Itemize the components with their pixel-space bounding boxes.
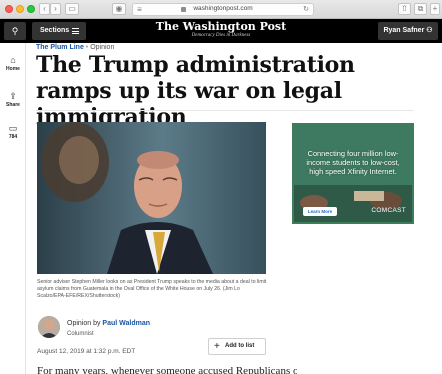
ad-text: Connecting four million low-income stude…	[306, 149, 400, 176]
rail-item-share[interactable]: ⇪ Share	[0, 91, 26, 108]
share-toolbar-icon: ⇧	[401, 4, 408, 13]
new-tab-button[interactable]: +	[430, 3, 440, 15]
add-to-list-label: Add to list	[225, 343, 255, 349]
rail-item-comments[interactable]: ▭ 784	[0, 123, 26, 140]
comment-count: 784	[8, 134, 18, 140]
home-icon: ⌂	[10, 55, 16, 65]
sidebar-icon: ▭	[68, 4, 76, 13]
search-button[interactable]: ⚲	[4, 22, 26, 40]
byline-prefix: Opinion by	[67, 320, 101, 327]
user-icon: ⚇	[426, 27, 433, 34]
forward-icon: ›	[54, 4, 57, 13]
share-icon: ⇪	[9, 91, 17, 101]
user-account-button[interactable]: Ryan Safner ⚇	[378, 22, 438, 40]
article-kicker: The Plum Line • Opinion	[36, 44, 114, 51]
tabs-button[interactable]: ⧉	[414, 3, 427, 15]
article-headline: The Trump administration ramps up its wa…	[36, 52, 355, 130]
photo-illustration	[37, 122, 266, 274]
author-role: Columnist	[67, 331, 94, 337]
avatar-image	[38, 316, 60, 338]
privacy-button[interactable]: ◉	[112, 3, 126, 15]
hamburger-icon	[72, 28, 79, 34]
user-name: Ryan Safner	[383, 27, 425, 34]
ad-brand-logo: COMCAST	[371, 207, 406, 214]
sections-button[interactable]: Sections	[32, 22, 86, 40]
address-bar[interactable]: ≡ washingtonpost.com ↻	[132, 3, 314, 16]
reload-icon[interactable]: ↻	[303, 5, 309, 13]
plus-icon: +	[214, 341, 220, 352]
photo-caption: Senior adviser Stephen Miller looks on a…	[37, 279, 267, 299]
article-body: For many years, whenever someone accused…	[37, 365, 297, 374]
minimize-window-button[interactable]	[16, 5, 24, 13]
left-rail: ⌂ Home ⇪ Share ▭ 784	[0, 43, 26, 374]
article-photo[interactable]	[37, 122, 266, 274]
back-icon: ‹	[43, 4, 46, 13]
kicker-separator: •	[85, 44, 89, 51]
privacy-icon: ◉	[115, 4, 123, 13]
masthead-tagline: Democracy Dies in Darkness	[191, 33, 251, 38]
publish-date: August 12, 2019 at 1:32 p.m. EDT	[37, 348, 136, 355]
forward-button[interactable]: ›	[50, 3, 61, 15]
tabs-icon: ⧉	[417, 4, 424, 13]
author-avatar[interactable]	[38, 316, 60, 338]
zoom-window-button[interactable]	[27, 5, 35, 13]
search-icon: ⚲	[11, 26, 19, 36]
comment-icon: ▭	[8, 123, 18, 133]
ad-learn-more-button[interactable]: Learn More	[303, 207, 337, 216]
url-text: washingtonpost.com	[193, 5, 253, 12]
close-window-button[interactable]	[5, 5, 13, 13]
sidebar-button[interactable]: ▭	[65, 3, 79, 15]
add-to-list-button[interactable]: + Add to list	[208, 338, 266, 355]
blog-link[interactable]: The Plum Line	[36, 44, 84, 51]
author-link[interactable]: Paul Waldman	[102, 320, 150, 327]
section-label: Opinion	[90, 44, 115, 51]
advertisement[interactable]: Connecting four million low-income stude…	[292, 123, 414, 224]
back-button[interactable]: ‹	[39, 3, 50, 15]
divider	[36, 110, 414, 111]
rail-item-label: Home	[6, 66, 20, 72]
site-header: ⚲ Sections The Washington Post Democracy…	[0, 19, 442, 43]
share-toolbar-button[interactable]: ⇧	[398, 3, 411, 15]
new-tab-icon: +	[432, 4, 438, 13]
byline: Opinion by Paul Waldman	[67, 320, 150, 327]
masthead-logo[interactable]: The Washington Post	[150, 21, 292, 33]
sections-label: Sections	[40, 27, 70, 34]
rail-item-label: Share	[6, 102, 20, 108]
rail-item-home[interactable]: ⌂ Home	[0, 55, 26, 72]
browser-toolbar: ‹ › ▭ ◉ ≡ washingtonpost.com ↻ ⇧ ⧉ +	[0, 0, 442, 19]
